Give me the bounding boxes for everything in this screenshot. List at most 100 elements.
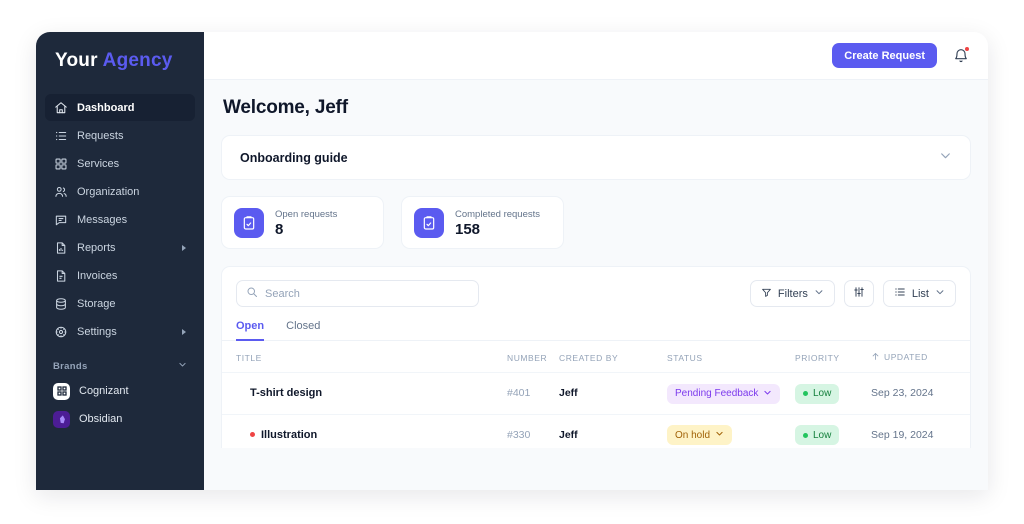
invoice-icon bbox=[53, 268, 68, 283]
row-title: Illustration bbox=[261, 428, 318, 441]
cognizant-logo-icon bbox=[53, 382, 70, 400]
sidebar-nav: Dashboard Requests Services Organization… bbox=[36, 90, 204, 345]
filters-button[interactable]: Filters bbox=[749, 280, 835, 307]
chevron-down-icon bbox=[715, 429, 724, 441]
column-header-number[interactable]: NUMBER bbox=[507, 341, 559, 373]
row-created-by: Jeff bbox=[559, 414, 667, 448]
clipboard-icon bbox=[234, 207, 264, 238]
sliders-icon bbox=[853, 286, 865, 301]
sidebar-brand-cognizant[interactable]: Cognizant bbox=[45, 377, 195, 405]
toolbar-actions: Filters List bbox=[749, 280, 956, 307]
requests-panel: Filters List Open bbox=[221, 266, 971, 448]
sidebar-item-messages[interactable]: Messages bbox=[45, 206, 195, 233]
priority-badge[interactable]: Low bbox=[795, 383, 840, 404]
priority-dot-icon bbox=[803, 432, 808, 438]
row-created-by: Jeff bbox=[559, 372, 667, 415]
logo-word-1: Your bbox=[55, 50, 98, 71]
sidebar-item-services[interactable]: Services bbox=[45, 150, 195, 177]
sidebar-brand-label: Obsidian bbox=[79, 413, 123, 425]
table-header: TITLE NUMBER CREATED BY STATUS PRIORITY … bbox=[222, 341, 970, 373]
home-icon bbox=[53, 100, 68, 115]
column-header-status[interactable]: STATUS bbox=[667, 341, 795, 373]
column-header-created-by[interactable]: CREATED BY bbox=[559, 341, 667, 373]
sidebar-item-invoices[interactable]: Invoices bbox=[45, 262, 195, 289]
row-updated: Sep 23, 2024 bbox=[871, 372, 970, 415]
tab-closed[interactable]: Closed bbox=[286, 320, 320, 341]
requests-table: TITLE NUMBER CREATED BY STATUS PRIORITY … bbox=[222, 341, 970, 448]
column-header-updated-label: UPDATED bbox=[884, 352, 928, 362]
sidebar: Your Agency Dashboard Requests Services O… bbox=[36, 32, 204, 490]
onboarding-guide-card[interactable]: Onboarding guide bbox=[221, 135, 971, 180]
create-request-button[interactable]: Create Request bbox=[832, 43, 937, 68]
chevron-down-icon bbox=[178, 360, 187, 372]
clipboard-icon bbox=[414, 207, 444, 238]
sidebar-brand-label: Cognizant bbox=[79, 385, 129, 397]
database-icon bbox=[53, 296, 68, 311]
notification-unread-dot bbox=[965, 46, 969, 51]
filters-label: Filters bbox=[777, 287, 808, 300]
stat-card-completed-requests[interactable]: Completed requests 158 bbox=[401, 196, 564, 249]
column-header-updated[interactable]: UPDATED bbox=[871, 341, 970, 373]
sidebar-item-dashboard[interactable]: Dashboard bbox=[45, 94, 195, 121]
chevron-down-icon[interactable] bbox=[939, 149, 952, 167]
top-bar: Create Request bbox=[204, 32, 988, 80]
caret-right-icon bbox=[182, 328, 186, 335]
priority-badge-label: Low bbox=[813, 388, 832, 399]
view-mode-button[interactable]: List bbox=[882, 280, 956, 307]
search-input[interactable] bbox=[265, 287, 469, 300]
stat-value: 8 bbox=[275, 220, 284, 238]
app-window: Your Agency Dashboard Requests Services O… bbox=[36, 32, 988, 490]
stat-card-open-requests[interactable]: Open requests 8 bbox=[221, 196, 384, 249]
table-row[interactable]: Illustration #330 Jeff On hold Low Sep 1… bbox=[222, 414, 970, 448]
onboarding-guide-title: Onboarding guide bbox=[240, 150, 348, 165]
sidebar-item-organization[interactable]: Organization bbox=[45, 178, 195, 205]
sort-ascending-icon bbox=[871, 352, 880, 363]
sidebar-item-label: Requests bbox=[77, 129, 124, 142]
chevron-down-icon bbox=[935, 287, 945, 300]
logo-word-2: Agency bbox=[102, 50, 173, 71]
column-header-title[interactable]: TITLE bbox=[222, 341, 507, 373]
sidebar-item-reports[interactable]: Reports bbox=[45, 234, 195, 261]
row-title: T-shirt design bbox=[250, 387, 323, 400]
column-settings-button[interactable] bbox=[843, 280, 874, 307]
sidebar-item-storage[interactable]: Storage bbox=[45, 290, 195, 317]
sidebar-item-label: Invoices bbox=[77, 269, 118, 282]
search-box[interactable] bbox=[236, 280, 479, 307]
funnel-icon bbox=[761, 287, 772, 301]
list-icon bbox=[53, 128, 68, 143]
request-tabs: Open Closed bbox=[222, 320, 970, 341]
main-area: Create Request Welcome, Jeff Onboarding … bbox=[204, 32, 988, 490]
sidebar-item-settings[interactable]: Settings bbox=[45, 318, 195, 345]
notification-bell-icon[interactable] bbox=[951, 46, 971, 66]
row-title-wrap: Illustration bbox=[236, 429, 507, 441]
tab-open[interactable]: Open bbox=[236, 320, 265, 341]
column-header-priority[interactable]: PRIORITY bbox=[795, 341, 871, 373]
sidebar-item-label: Organization bbox=[77, 185, 140, 198]
stat-label: Completed requests bbox=[455, 208, 541, 220]
table-row[interactable]: T-shirt design #401 Jeff Pending Feedbac… bbox=[222, 372, 970, 415]
app-logo[interactable]: Your Agency bbox=[36, 32, 204, 90]
sidebar-item-label: Dashboard bbox=[77, 101, 135, 114]
status-badge[interactable]: On hold bbox=[667, 425, 733, 445]
stat-value: 158 bbox=[455, 220, 481, 238]
brands-section-label: Brands bbox=[53, 360, 88, 372]
sidebar-item-requests[interactable]: Requests bbox=[45, 122, 195, 149]
brands-section-header[interactable]: Brands bbox=[45, 357, 195, 375]
users-icon bbox=[53, 184, 68, 199]
gear-icon bbox=[53, 324, 68, 339]
report-icon bbox=[53, 240, 68, 255]
sidebar-item-label: Messages bbox=[77, 213, 128, 226]
sidebar-item-label: Storage bbox=[77, 297, 116, 310]
sidebar-brand-obsidian[interactable]: Obsidian bbox=[45, 405, 195, 433]
sidebar-item-label: Settings bbox=[77, 325, 117, 338]
priority-badge[interactable]: Low bbox=[795, 425, 840, 445]
status-badge[interactable]: Pending Feedback bbox=[667, 383, 781, 404]
chevron-down-icon bbox=[763, 388, 772, 400]
content-area: Welcome, Jeff Onboarding guide Open requ… bbox=[204, 80, 988, 490]
sidebar-item-label: Reports bbox=[77, 241, 116, 254]
list-view-icon bbox=[894, 286, 906, 301]
row-number: #401 bbox=[507, 372, 559, 415]
page-title: Welcome, Jeff bbox=[223, 97, 348, 118]
panel-toolbar: Filters List bbox=[222, 267, 970, 307]
sidebar-item-label: Services bbox=[77, 157, 120, 170]
